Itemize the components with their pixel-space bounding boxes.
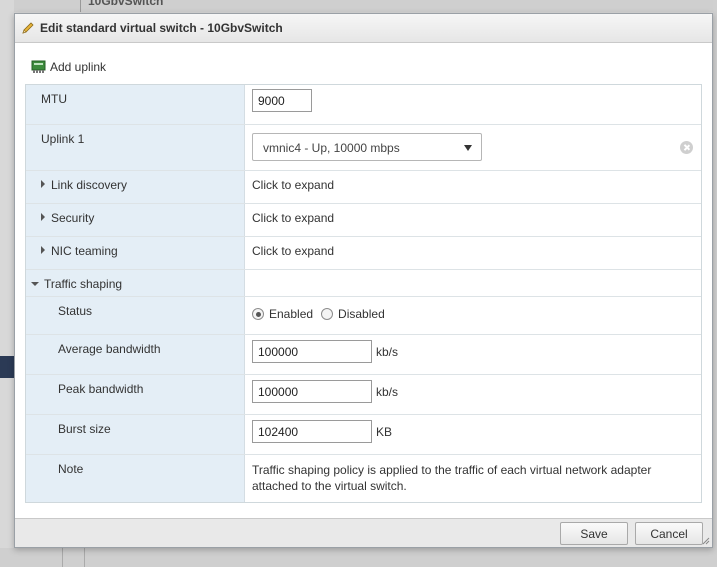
traffic-shaping-label: Traffic shaping — [44, 277, 123, 291]
link-discovery-row[interactable]: Link discovery Click to expand — [26, 171, 701, 204]
edit-vswitch-dialog: Edit standard virtual switch - 10GbvSwit… — [14, 13, 713, 548]
note-text: Traffic shaping policy is applied to the… — [252, 463, 652, 493]
expand-arrow-icon[interactable] — [41, 246, 45, 254]
dialog-titlebar[interactable]: Edit standard virtual switch - 10GbvSwit… — [15, 14, 712, 43]
note-value-cell: Traffic shaping policy is applied to the… — [246, 455, 701, 502]
burst-size-input[interactable] — [252, 420, 372, 443]
nic-teaming-expand-text[interactable]: Click to expand — [252, 244, 334, 258]
peak-bandwidth-row: Peak bandwidth kb/s — [26, 375, 701, 415]
background-app-title: 10GbvSwitch — [88, 0, 164, 8]
link-discovery-label-wrap: Link discovery — [41, 178, 127, 192]
link-discovery-expand-text[interactable]: Click to expand — [252, 178, 334, 192]
mtu-input[interactable] — [252, 89, 312, 112]
background-divider — [84, 548, 85, 567]
status-value-cell: Enabled Disabled — [246, 297, 701, 334]
background-selected-marker — [0, 356, 14, 378]
vswitch-settings-form: MTU Uplink 1 vmnic4 - Up, 10000 mbps — [25, 84, 702, 503]
average-bandwidth-value-cell: kb/s — [246, 335, 701, 374]
security-value-cell: Click to expand — [246, 204, 701, 236]
dialog-footer: Save Cancel — [15, 518, 712, 547]
security-label: Security — [51, 211, 95, 225]
note-label: Note — [58, 462, 84, 476]
disabled-radio[interactable] — [321, 308, 334, 320]
remove-uplink-icon[interactable] — [680, 141, 693, 154]
nic-teaming-label-cell[interactable]: NIC teaming — [26, 237, 245, 269]
pencil-icon — [22, 22, 34, 34]
note-row: Note Traffic shaping policy is applied t… — [26, 455, 701, 502]
background-separator — [80, 0, 81, 12]
expand-arrow-icon[interactable] — [41, 180, 45, 188]
burst-size-label-cell: Burst size — [26, 415, 245, 454]
peak-bandwidth-value-cell: kb/s — [246, 375, 701, 414]
mtu-label-cell: MTU — [26, 85, 245, 124]
enabled-radio[interactable] — [252, 308, 264, 320]
dialog-title: Edit standard virtual switch - 10GbvSwit… — [40, 21, 283, 35]
average-bandwidth-input[interactable] — [252, 340, 372, 363]
uplink1-label: Uplink 1 — [41, 132, 85, 146]
expand-arrow-icon[interactable] — [41, 213, 45, 221]
status-row: Status Enabled Disabled — [26, 297, 701, 335]
security-expand-text[interactable]: Click to expand — [252, 211, 334, 225]
status-label-cell: Status — [26, 297, 245, 334]
burst-size-row: Burst size KB — [26, 415, 701, 455]
status-radio-group: Enabled Disabled — [252, 307, 393, 321]
uplink1-value-cell: vmnic4 - Up, 10000 mbps — [246, 125, 701, 170]
uplink1-select[interactable]: vmnic4 - Up, 10000 mbps — [252, 133, 482, 161]
background-right-panel — [713, 0, 717, 567]
security-row[interactable]: Security Click to expand — [26, 204, 701, 237]
disabled-radio-label[interactable]: Disabled — [338, 307, 385, 321]
background-left-panel — [0, 0, 14, 567]
background-app-header: 10GbvSwitch — [0, 0, 717, 12]
mtu-row: MTU — [26, 85, 701, 125]
mtu-label: MTU — [41, 92, 67, 106]
background-divider — [62, 548, 63, 567]
burst-size-value-cell: KB — [246, 415, 701, 454]
peak-bandwidth-input[interactable] — [252, 380, 372, 403]
add-uplink-button[interactable]: Add uplink — [31, 60, 106, 74]
average-bandwidth-label: Average bandwidth — [58, 342, 161, 356]
traffic-shaping-row[interactable]: Traffic shaping — [26, 270, 701, 297]
nic-teaming-row[interactable]: NIC teaming Click to expand — [26, 237, 701, 270]
cancel-button[interactable]: Cancel — [635, 522, 703, 545]
average-bandwidth-unit: kb/s — [376, 345, 399, 359]
uplink1-label-cell: Uplink 1 — [26, 125, 245, 170]
nic-icon — [31, 60, 46, 73]
nic-teaming-label: NIC teaming — [51, 244, 118, 258]
link-discovery-label: Link discovery — [51, 178, 128, 192]
status-label: Status — [58, 304, 93, 318]
traffic-shaping-label-wrap: Traffic shaping — [31, 277, 122, 291]
dialog-toolbar: Add uplink — [15, 43, 712, 83]
burst-size-label: Burst size — [58, 422, 111, 436]
enabled-radio-label[interactable]: Enabled — [269, 307, 313, 321]
uplink1-selected-value: vmnic4 - Up, 10000 mbps — [263, 141, 400, 155]
resize-grip-icon[interactable] — [702, 537, 710, 545]
collapse-arrow-icon[interactable] — [31, 282, 39, 286]
save-button[interactable]: Save — [560, 522, 628, 545]
traffic-shaping-label-cell[interactable]: Traffic shaping — [26, 270, 245, 296]
add-uplink-label: Add uplink — [50, 60, 107, 74]
burst-size-unit: KB — [376, 425, 393, 439]
link-discovery-label-cell[interactable]: Link discovery — [26, 171, 245, 203]
background-bottom-panel — [0, 548, 717, 567]
security-label-wrap: Security — [41, 211, 94, 225]
average-bandwidth-row: Average bandwidth kb/s — [26, 335, 701, 375]
peak-bandwidth-unit: kb/s — [376, 385, 399, 399]
link-discovery-value-cell: Click to expand — [246, 171, 701, 203]
nic-teaming-value-cell: Click to expand — [246, 237, 701, 269]
security-label-cell[interactable]: Security — [26, 204, 245, 236]
peak-bandwidth-label-cell: Peak bandwidth — [26, 375, 245, 414]
traffic-shaping-value-cell — [246, 270, 701, 296]
nic-teaming-label-wrap: NIC teaming — [41, 244, 118, 258]
peak-bandwidth-label: Peak bandwidth — [58, 382, 144, 396]
note-label-cell: Note — [26, 455, 245, 502]
average-bandwidth-label-cell: Average bandwidth — [26, 335, 245, 374]
chevron-down-icon — [464, 145, 472, 151]
uplink1-row: Uplink 1 vmnic4 - Up, 10000 mbps — [26, 125, 701, 171]
mtu-value-cell — [246, 85, 701, 124]
